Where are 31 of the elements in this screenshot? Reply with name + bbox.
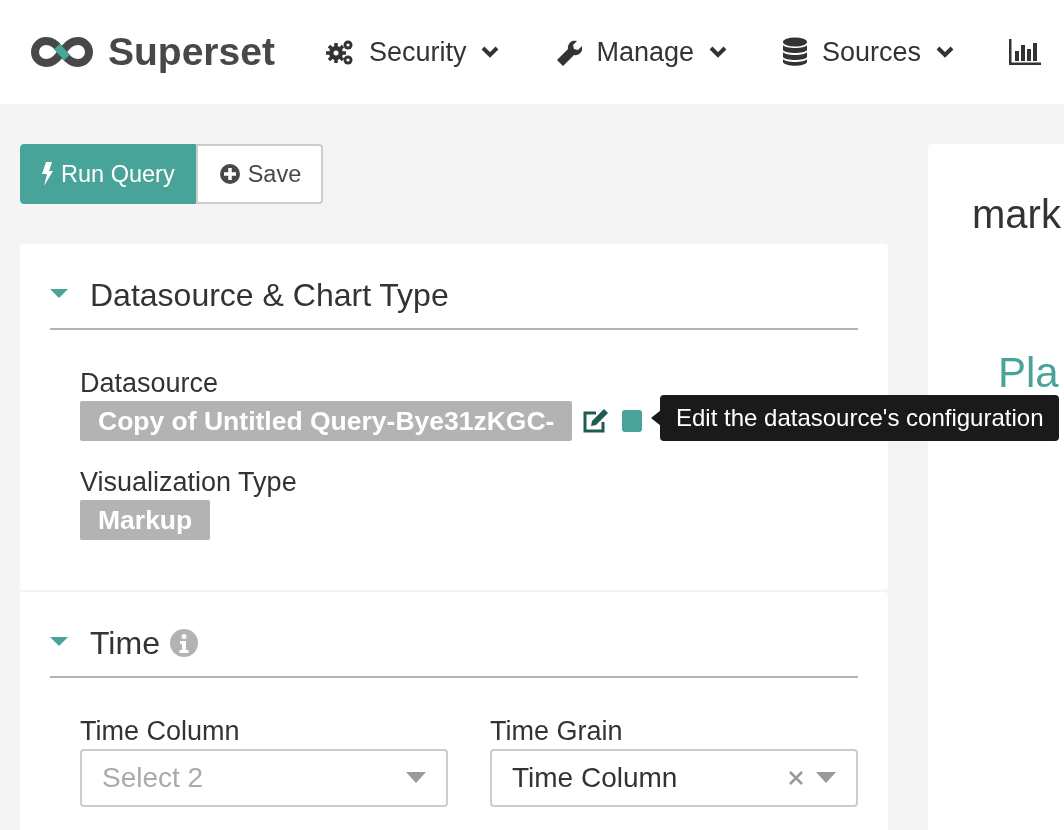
chevron-down-icon <box>935 45 956 59</box>
tooltip: Edit the datasource's configuration <box>660 395 1060 441</box>
nav-menu-label[interactable]: Manage <box>596 36 695 68</box>
section-title[interactable]: Datasource & Chart Type <box>90 276 449 314</box>
logo-icon <box>30 37 94 67</box>
square-icon[interactable] <box>622 410 643 432</box>
field-label: Time Grain <box>490 716 624 746</box>
edit-icon[interactable] <box>582 408 611 434</box>
field-label: Visualization Type <box>80 467 298 497</box>
bolt-icon <box>41 162 53 186</box>
gears-icon <box>324 38 355 66</box>
database-icon <box>782 37 809 67</box>
caret-down-icon <box>406 772 426 784</box>
chart-title: mark <box>972 192 1061 237</box>
tooltip-arrow <box>651 410 661 426</box>
save-button[interactable]: Save <box>195 144 324 204</box>
field-label: Datasource <box>80 368 220 398</box>
clear-icon[interactable] <box>788 770 804 786</box>
bar-chart-icon[interactable] <box>1009 39 1042 65</box>
plus-circle-icon <box>219 164 240 184</box>
section-title[interactable]: Time <box>90 624 160 662</box>
chevron-down-icon <box>480 45 501 59</box>
brand-name[interactable]: Superset <box>108 30 275 74</box>
caret-down-icon <box>816 772 836 784</box>
field-label: Time Column <box>80 716 241 746</box>
select-field[interactable]: Time Column <box>490 749 858 807</box>
nav-menu-label[interactable]: Security <box>368 36 467 68</box>
nav-menu-label[interactable]: Sources <box>822 36 922 68</box>
chevron-down-icon <box>708 45 729 59</box>
chart-placeholder-text: Pla <box>998 349 1059 397</box>
info-icon[interactable] <box>169 629 198 657</box>
